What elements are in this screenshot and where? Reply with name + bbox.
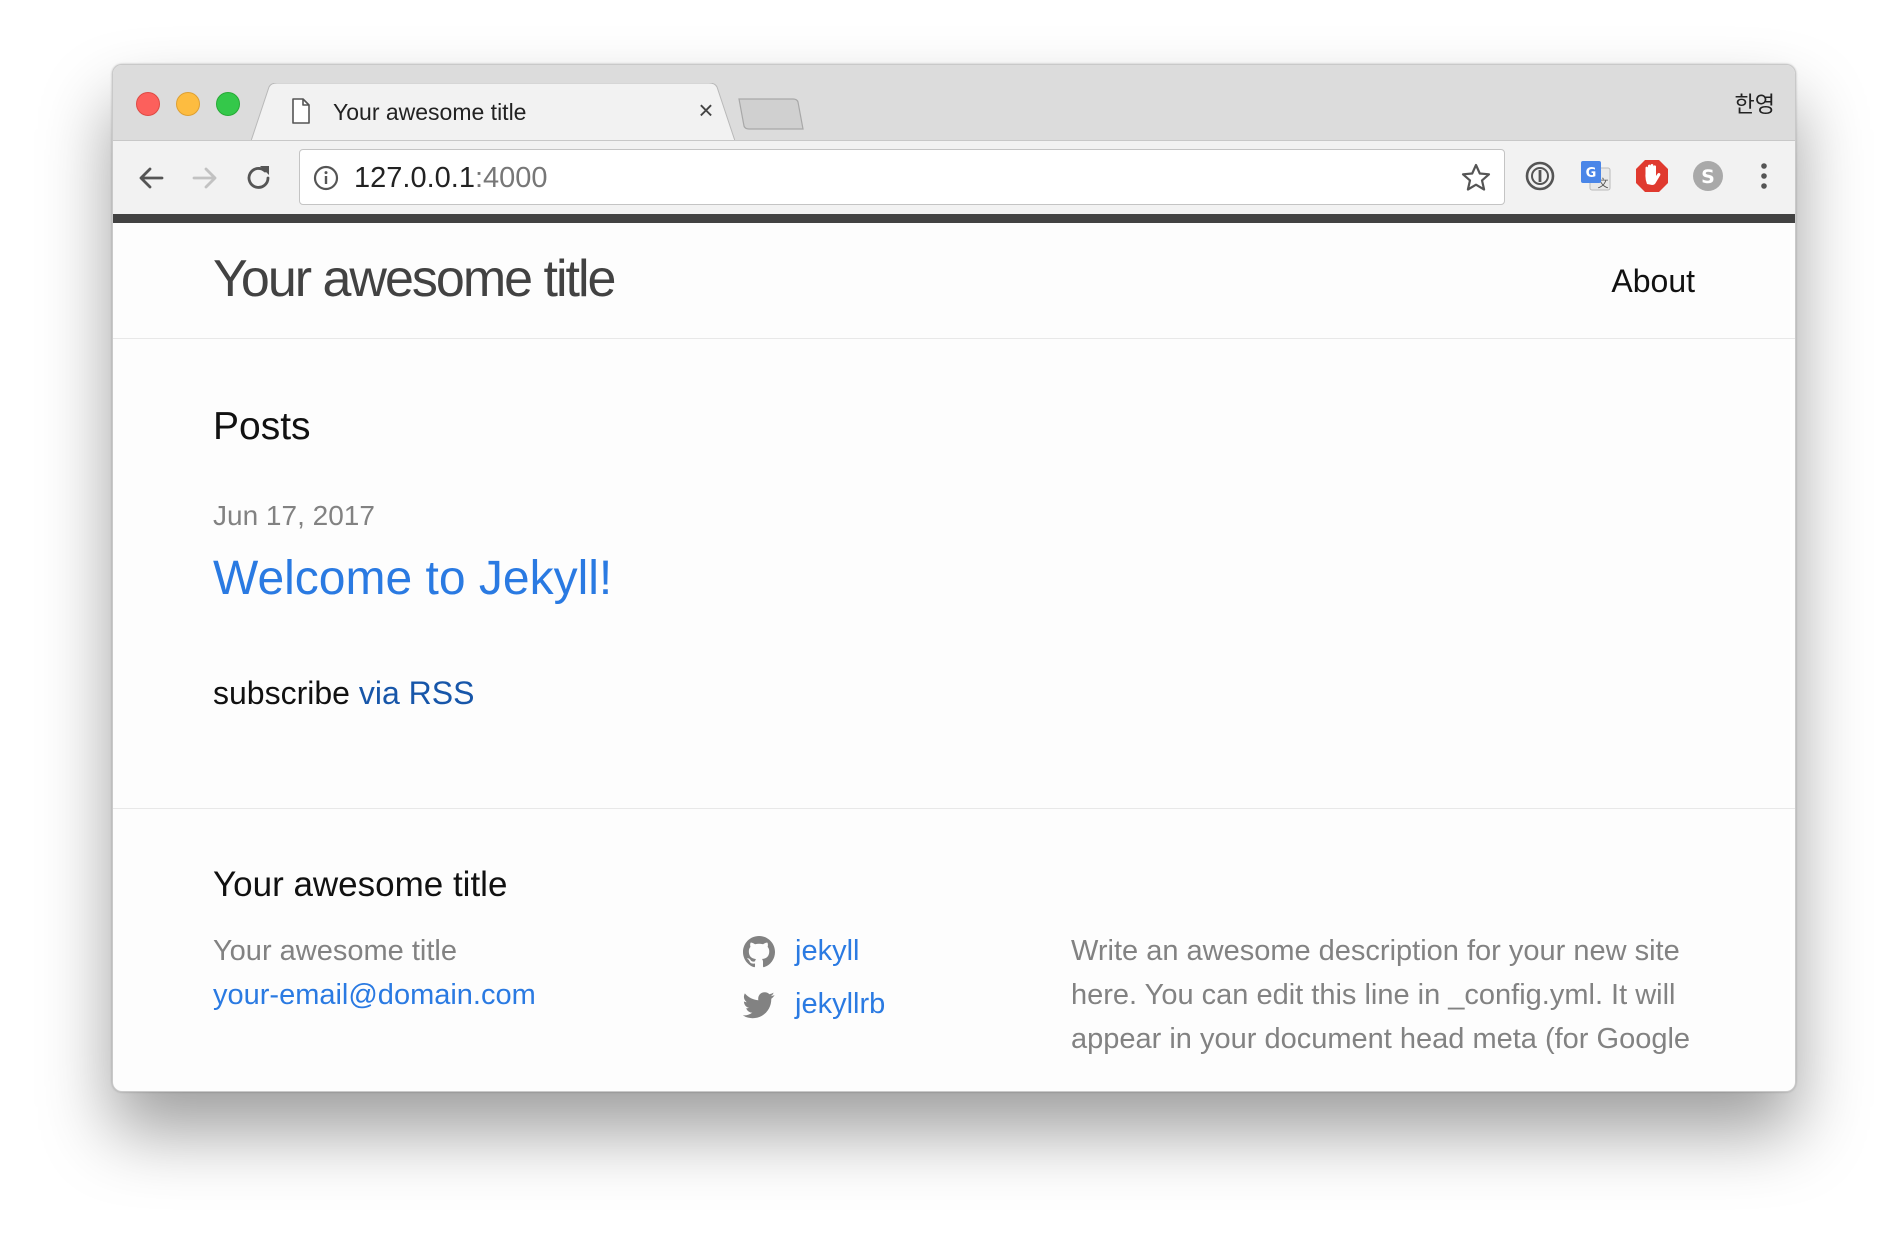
tab-active[interactable]: Your awesome title × (251, 83, 735, 141)
site-title-link[interactable]: Your awesome title (213, 249, 616, 309)
tab-close-icon[interactable]: × (691, 95, 721, 125)
footer-contact: Your awesome title your-email@domain.com (213, 929, 536, 1017)
footer-name: Your awesome title (213, 935, 457, 967)
browser-window: Your awesome title × 한영 127.0.0.1:4000 文… (112, 64, 1796, 1092)
address-bar[interactable]: 127.0.0.1:4000 (299, 149, 1505, 205)
post-date: Jun 17, 2017 (213, 500, 375, 531)
rss-link[interactable]: via RSS (359, 675, 475, 711)
new-tab-button[interactable] (735, 97, 805, 133)
reload-icon[interactable] (239, 158, 279, 198)
github-username-link[interactable]: jekyll (795, 929, 859, 973)
rss-subscribe: subscribe via RSS (213, 673, 474, 713)
translate-icon[interactable]: 文 G (1577, 157, 1615, 195)
url-port: :4000 (474, 162, 548, 194)
forward-arrow-icon[interactable] (185, 158, 225, 198)
maximize-window-button[interactable] (216, 92, 240, 116)
svg-text:S: S (1701, 166, 1715, 188)
browser-toolbar: 127.0.0.1:4000 文 G S (113, 140, 1795, 214)
svg-text:G: G (1586, 166, 1597, 181)
rss-prefix: subscribe (213, 675, 359, 711)
page-icon (292, 98, 310, 124)
post-list-heading: Posts (213, 405, 311, 448)
site-footer: Your awesome title Your awesome title yo… (113, 808, 1795, 1091)
close-window-button[interactable] (136, 92, 160, 116)
site-top-bar (113, 214, 1795, 223)
info-icon[interactable] (312, 164, 340, 192)
back-arrow-icon[interactable] (131, 158, 171, 198)
s-extension-icon[interactable]: S (1689, 157, 1727, 195)
adblock-icon[interactable] (1633, 157, 1671, 195)
star-icon[interactable] (1460, 162, 1492, 194)
twitter-username-link[interactable]: jekyllrb (795, 982, 885, 1026)
footer-heading: Your awesome title (213, 865, 508, 904)
github-icon (743, 936, 775, 968)
minimize-window-button[interactable] (176, 92, 200, 116)
password-manager-icon[interactable] (1521, 157, 1559, 195)
url-text[interactable]: 127.0.0.1:4000 (354, 160, 548, 196)
footer-email-link[interactable]: your-email@domain.com (213, 973, 536, 1017)
post-title-link[interactable]: Welcome to Jekyll! (213, 549, 612, 609)
menu-kebab-icon[interactable] (1745, 157, 1783, 195)
site-header: Your awesome title About (113, 223, 1795, 339)
url-host: 127.0.0.1 (354, 162, 475, 194)
site-description: Write an awesome description for your ne… (1071, 935, 1691, 1055)
nav-about-link[interactable]: About (1611, 261, 1695, 301)
twitter-icon (743, 992, 775, 1019)
input-method-indicator[interactable]: 한영 (1735, 87, 1775, 119)
tab-strip: Your awesome title × 한영 (113, 65, 1795, 141)
tab-title: Your awesome title (333, 99, 527, 125)
